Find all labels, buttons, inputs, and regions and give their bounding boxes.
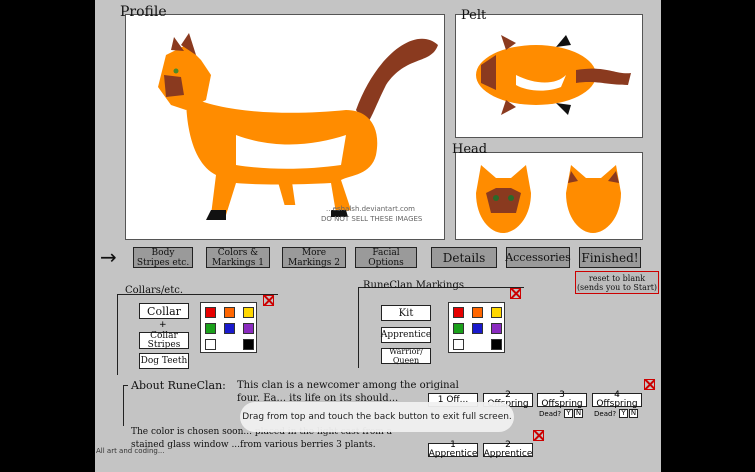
dog-teeth-button[interactable]: Dog Teeth bbox=[139, 353, 189, 369]
offspring-4-button[interactable]: 4 Offspring bbox=[592, 391, 642, 409]
plus-sign: + bbox=[159, 320, 167, 330]
tab-more-markings[interactable]: More Markings 2 bbox=[282, 247, 346, 268]
marking-color-palette bbox=[448, 302, 505, 353]
pelt-label: Pelt bbox=[461, 8, 487, 23]
head-images bbox=[476, 165, 621, 233]
color-swatch-orange[interactable] bbox=[224, 307, 235, 318]
game-stage: ...eshalsh.deviantart.com DO NOT SELL TH… bbox=[95, 0, 661, 472]
head-panel bbox=[455, 152, 643, 240]
color-swatch-purple[interactable] bbox=[491, 323, 502, 334]
collar-button[interactable]: Collar bbox=[139, 303, 189, 319]
tab-colors-markings[interactable]: Colors & Markings 1 bbox=[206, 247, 270, 268]
kit-button[interactable]: Kit bbox=[381, 305, 431, 321]
arrow-icon: → bbox=[100, 245, 117, 269]
color-swatch-black[interactable] bbox=[243, 339, 254, 350]
pelt-panel bbox=[455, 14, 643, 138]
tab-finished[interactable]: Finished! bbox=[579, 247, 641, 268]
offspring-close-icon[interactable] bbox=[644, 379, 655, 390]
tab-details[interactable]: Details bbox=[431, 247, 497, 268]
color-swatch-red[interactable] bbox=[205, 307, 216, 318]
color-swatch-blue[interactable] bbox=[472, 323, 483, 334]
color-swatch-white[interactable] bbox=[205, 339, 216, 350]
color-swatch-white[interactable] bbox=[453, 339, 464, 350]
warrior-queen-button[interactable]: Warrior/ Queen bbox=[381, 347, 431, 365]
color-swatch-yellow[interactable] bbox=[491, 307, 502, 318]
watermark-line-1: ...eshalsh.deviantart.com bbox=[326, 205, 416, 213]
about-bracket bbox=[123, 385, 128, 426]
collar-color-palette bbox=[200, 302, 257, 353]
color-swatch-green[interactable] bbox=[205, 323, 216, 334]
tab-accessories[interactable]: Accessories bbox=[505, 247, 571, 268]
color-swatch-yellow[interactable] bbox=[243, 307, 254, 318]
collar-close-icon[interactable] bbox=[263, 295, 274, 306]
tab-body-stripes[interactable]: Body Stripes etc. bbox=[133, 247, 193, 268]
head-label: Head bbox=[452, 142, 488, 157]
apprentices-close-icon[interactable] bbox=[533, 430, 544, 441]
collar-stripes-button[interactable]: Collar Stripes bbox=[139, 331, 189, 349]
reset-button[interactable]: reset to blank (sends you to Start) bbox=[575, 271, 659, 294]
credit-text: All art and coding... bbox=[96, 447, 165, 455]
watermark-line-2: DO NOT SELL THESE IMAGES bbox=[321, 215, 423, 223]
color-swatch-green[interactable] bbox=[453, 323, 464, 334]
pelt-image bbox=[476, 35, 631, 115]
apprentice-1-button[interactable]: 1 Apprentice bbox=[428, 441, 478, 459]
dead-label-3: Dead? bbox=[539, 410, 562, 418]
dead-yes-3[interactable]: Y bbox=[564, 409, 573, 418]
dead-yes-4[interactable]: Y bbox=[619, 409, 628, 418]
dead-no-4[interactable]: N bbox=[629, 409, 638, 418]
markings-close-icon[interactable] bbox=[510, 288, 521, 299]
profile-panel: ...eshalsh.deviantart.com DO NOT SELL TH… bbox=[125, 14, 445, 240]
apprentice-2-button[interactable]: 2 Apprentice bbox=[483, 441, 533, 459]
apprentice-marking-button[interactable]: Apprentice bbox=[381, 327, 431, 343]
color-swatch-red[interactable] bbox=[453, 307, 464, 318]
tab-facial-options[interactable]: Facial Options bbox=[355, 247, 417, 268]
profile-label: Profile bbox=[120, 4, 167, 20]
color-swatch-blue[interactable] bbox=[224, 323, 235, 334]
color-swatch-purple[interactable] bbox=[243, 323, 254, 334]
offspring-3-button[interactable]: 3 Offspring bbox=[537, 391, 587, 409]
dead-no-3[interactable]: N bbox=[574, 409, 583, 418]
color-swatch-black[interactable] bbox=[491, 339, 502, 350]
dead-label-4: Dead? bbox=[594, 410, 617, 418]
color-swatch-orange[interactable] bbox=[472, 307, 483, 318]
fullscreen-toast: Drag from top and touch the back button … bbox=[240, 402, 514, 432]
collars-title: Collars/etc. bbox=[125, 285, 184, 296]
markings-title: RuneClan Markings bbox=[363, 280, 464, 291]
